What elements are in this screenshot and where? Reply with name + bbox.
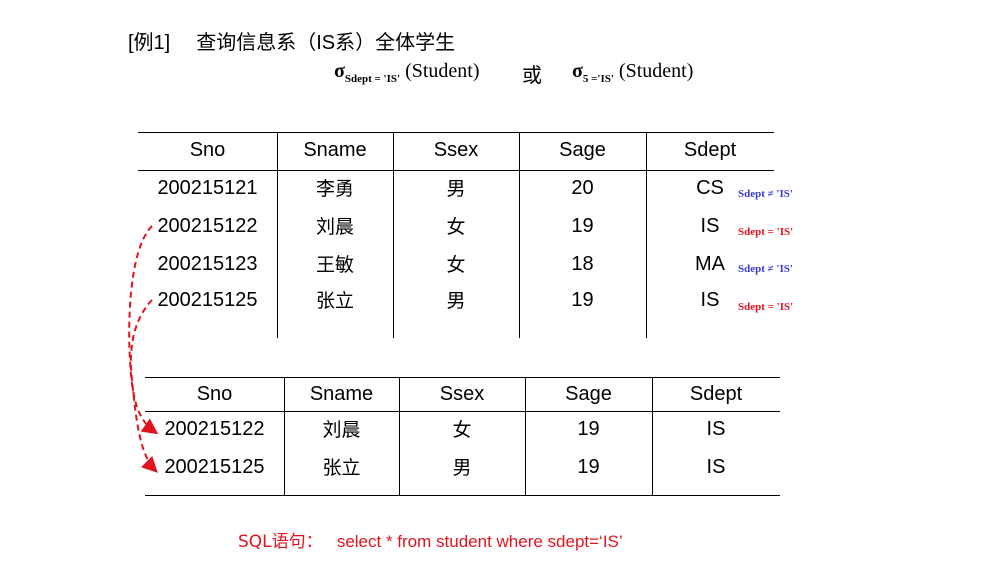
arrow-row-200215125: [129, 299, 158, 473]
sql-statement: SQL语句： select * from student where sdept…: [238, 527, 623, 552]
arrow-row-200215122: [128, 225, 159, 435]
selection-arrows: [128, 225, 159, 473]
sql-label: SQL语句：: [238, 532, 323, 552]
sql-query: select * from student where sdept=‘IS’: [336, 532, 623, 551]
